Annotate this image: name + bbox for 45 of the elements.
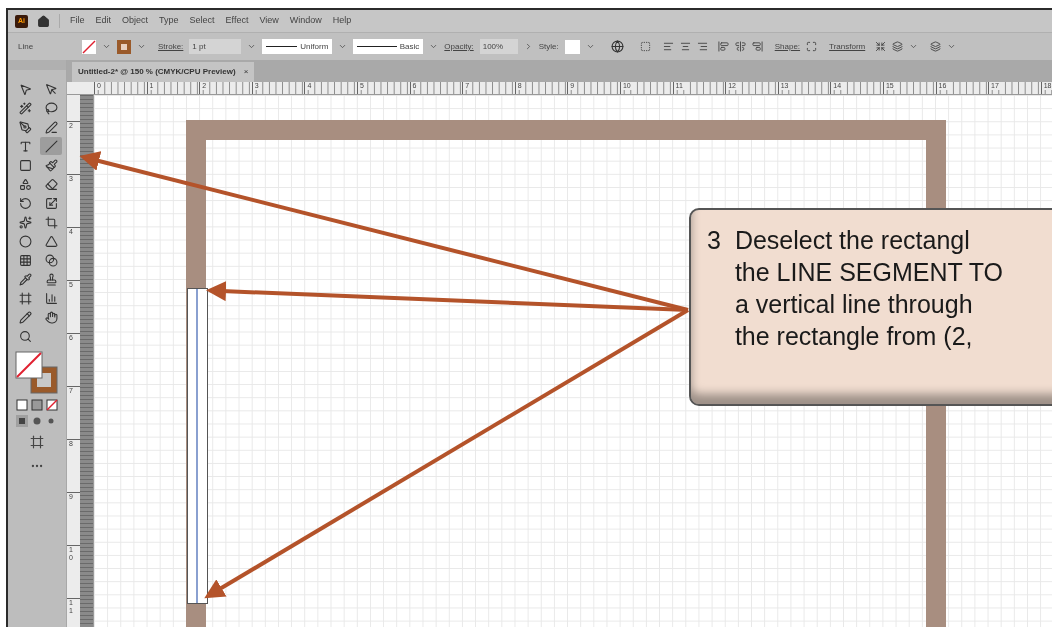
style-label: Style:	[538, 40, 559, 53]
transform-link[interactable]: Transform	[829, 40, 866, 53]
menu-item[interactable]: Effect	[225, 14, 249, 28]
home-icon[interactable]	[37, 14, 50, 28]
fill-stroke-swatches[interactable]	[15, 351, 59, 395]
step-number: 3	[707, 225, 721, 256]
chevron-down-icon[interactable]	[909, 42, 919, 51]
document-tab[interactable]: Untitled-2* @ 150 % (CMYK/CPU Preview) ×	[72, 62, 255, 82]
instruction-line: the rectangle from (2,	[734, 321, 974, 352]
menu-item[interactable]: Window	[289, 14, 322, 28]
close-tab-button[interactable]: ×	[243, 66, 249, 78]
menu-item[interactable]: Edit	[95, 14, 112, 28]
fill-none-swatch[interactable]	[82, 39, 96, 54]
tool-name: Line	[18, 40, 35, 53]
instruction-line: a vertical line through	[734, 289, 974, 320]
globe-icon[interactable]	[610, 40, 624, 53]
menu-item[interactable]: Object	[122, 14, 149, 28]
color-mode-icons[interactable]	[16, 399, 58, 411]
shape-bounds-icon[interactable]	[806, 41, 818, 52]
menu-item[interactable]: Select	[189, 14, 215, 28]
align-left-icon[interactable]	[662, 41, 674, 52]
instruction-line: Deselect the rectangl	[734, 225, 971, 256]
shape-label: Shape:	[774, 40, 801, 53]
stroke-label: Stroke:	[158, 40, 184, 53]
chevron-down-icon[interactable]	[947, 42, 957, 51]
menu-item[interactable]: File	[70, 14, 85, 28]
chevron-down-icon[interactable]	[429, 42, 439, 51]
opacity-label: Opacity:	[444, 40, 474, 53]
profile-dropdown[interactable]: Uniform	[262, 39, 333, 54]
stroke-swatch[interactable]	[117, 39, 131, 54]
chevron-down-icon[interactable]	[102, 42, 111, 51]
brush-dropdown[interactable]: Basic	[353, 39, 424, 54]
instruction-line: the LINE SEGMENT TO	[734, 257, 1004, 288]
stroke-weight-field[interactable]: 1 pt	[189, 39, 242, 54]
align-center-icon[interactable]	[679, 41, 691, 52]
align-right-icon[interactable]	[696, 41, 708, 52]
menu-item[interactable]: View	[259, 14, 279, 28]
chevron-down-icon[interactable]	[338, 42, 348, 51]
chevron-down-icon[interactable]	[247, 42, 257, 51]
menu-item[interactable]: Help	[332, 14, 352, 28]
style-swatch[interactable]	[564, 39, 580, 54]
opacity-field[interactable]: 100%	[479, 39, 518, 54]
menu-item[interactable]: Type	[159, 14, 179, 28]
chevron-down-icon[interactable]	[137, 42, 146, 51]
chevron-down-icon[interactable]	[585, 42, 595, 51]
